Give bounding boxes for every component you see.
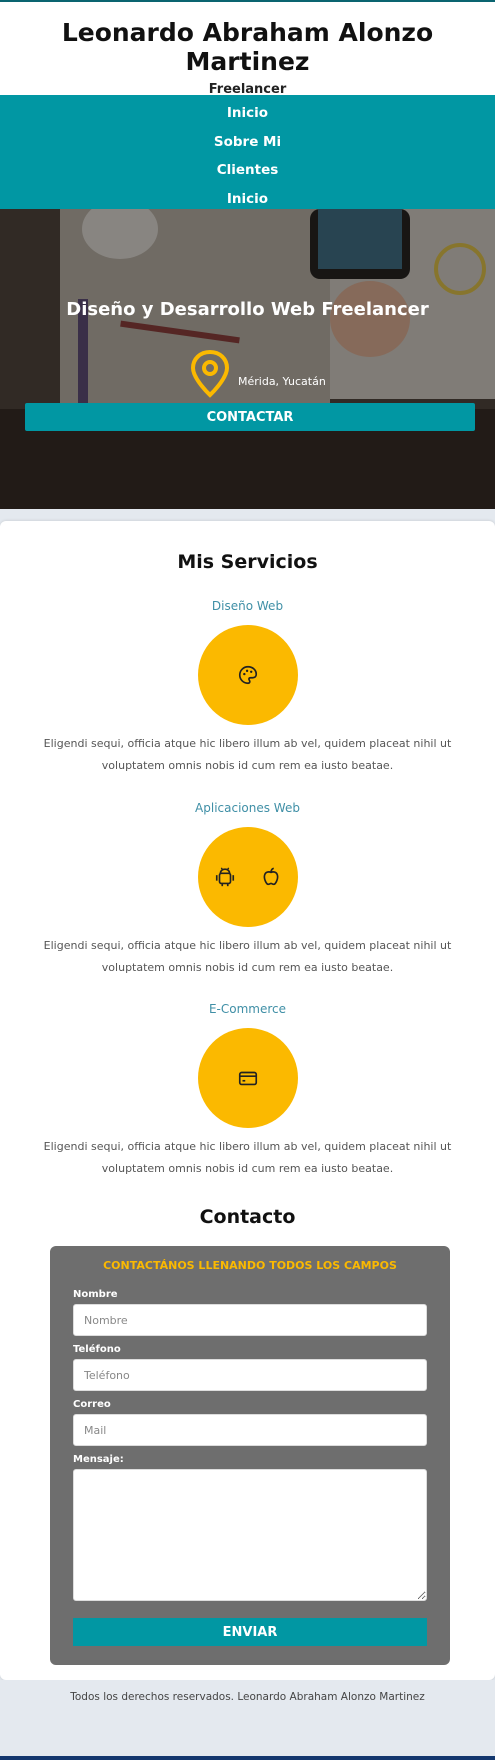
service-description: Eligendi sequi, officia atque hic libero… — [43, 939, 452, 974]
bottom-accent-line — [0, 1756, 495, 1760]
service-item-diseno-web: Diseño Web Eligendi sequi, officia atque… — [0, 599, 495, 777]
palette-icon — [238, 665, 257, 685]
site-header: Leonardo Abraham Alonzo Martinez Freelan… — [0, 2, 495, 97]
name-input[interactable] — [73, 1304, 427, 1336]
android-icon — [215, 867, 234, 887]
service-item-aplicaciones-web: Aplicaciones Web Eligendi sequi, officia… — [0, 801, 495, 979]
hero-location: Mérida, Yucatán — [188, 349, 326, 399]
services-title: Mis Servicios — [177, 551, 318, 573]
hero-location-text: Mérida, Yucatán — [238, 374, 326, 388]
site-footer: Todos los derechos reservados. Leonardo … — [0, 1680, 495, 1715]
service-item-e-commerce: E-Commerce Eligendi sequi, officia atque… — [0, 1002, 495, 1180]
form-heading: CONTACTÁNOS LLENANDO TODOS LOS CAMPOS — [103, 1259, 397, 1272]
message-textarea[interactable] — [73, 1469, 427, 1601]
nav-item-sobre-mi[interactable]: Sobre Mi — [214, 128, 281, 157]
bottom-strip — [0, 1715, 495, 1760]
main-nav: Inicio Sobre Mi Clientes Inicio — [0, 95, 495, 209]
service-description: Eligendi sequi, officia atque hic libero… — [43, 737, 452, 772]
name-label: Nombre — [73, 1289, 118, 1300]
service-icon-circle — [197, 625, 298, 725]
email-input[interactable] — [73, 1414, 427, 1446]
contact-button[interactable]: CONTACTAR — [25, 403, 475, 431]
service-icon-circle — [197, 827, 298, 927]
service-name: Diseño Web — [211, 599, 284, 613]
map-pin-icon — [190, 349, 230, 398]
message-label: Mensaje: — [73, 1454, 124, 1465]
nav-item-inicio[interactable]: Inicio — [227, 99, 268, 128]
site-subtitle: Freelancer — [208, 82, 287, 97]
site-title: Leonardo Abraham Alonzo Martinez — [61, 18, 434, 76]
contact-form: CONTACTÁNOS LLENANDO TODOS LOS CAMPOS No… — [50, 1246, 450, 1665]
service-name: Aplicaciones Web — [195, 801, 300, 815]
apple-icon — [263, 867, 278, 886]
nav-item-clientes[interactable]: Clientes — [217, 156, 279, 185]
hero-section: Diseño y Desarrollo Web Freelancer Mérid… — [0, 209, 495, 509]
email-label: Correo — [73, 1399, 111, 1410]
credit-card-icon — [238, 1071, 257, 1086]
phone-input[interactable] — [73, 1359, 427, 1391]
hero-content: Diseño y Desarrollo Web Freelancer Mérid… — [0, 209, 495, 509]
service-icon-circle — [197, 1028, 298, 1128]
phone-label: Teléfono — [73, 1344, 121, 1355]
service-description: Eligendi sequi, officia atque hic libero… — [43, 1140, 452, 1175]
contact-title: Contacto — [199, 1206, 296, 1228]
main-card: Mis Servicios Diseño Web Eligendi sequi,… — [0, 521, 495, 1680]
service-name: E-Commerce — [208, 1002, 287, 1016]
submit-button[interactable]: ENVIAR — [73, 1618, 427, 1646]
footer-text: Todos los derechos reservados. Leonardo … — [70, 1691, 425, 1703]
hero-title: Diseño y Desarrollo Web Freelancer — [66, 299, 429, 320]
